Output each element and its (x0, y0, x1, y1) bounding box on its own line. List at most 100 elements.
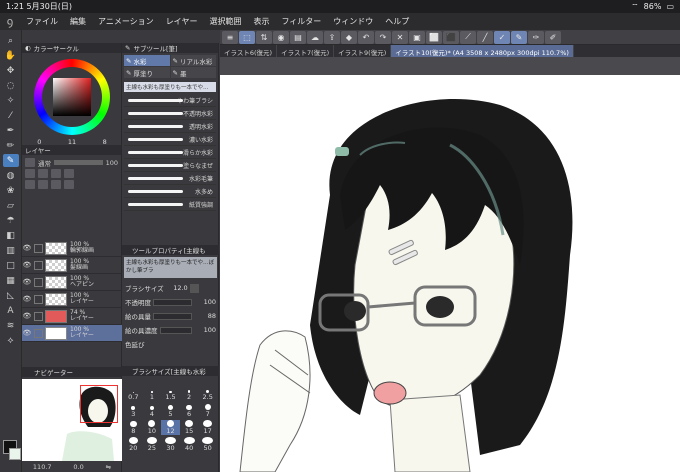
canvas-area[interactable] (220, 57, 680, 472)
file-icon[interactable]: ▤ (290, 30, 306, 44)
menu-help[interactable]: ヘルプ (379, 16, 415, 27)
flip-icon[interactable]: ⇋ (106, 463, 111, 471)
undo-icon[interactable]: ↶ (358, 30, 374, 44)
tab-illust9[interactable]: イラスト9(復元) (334, 45, 392, 57)
pencil-tool-icon[interactable]: ✏ (3, 139, 19, 152)
menu-animation[interactable]: アニメーション (92, 16, 160, 27)
brush-item[interactable]: 水多め (124, 185, 216, 198)
paint-amount-bar[interactable] (153, 312, 192, 320)
clear-icon[interactable]: ✕ (392, 30, 408, 44)
color-stretch-row[interactable]: 色延び (122, 337, 219, 351)
layer-lock-box[interactable] (34, 311, 43, 321)
zoom-tool-icon[interactable]: ⌕ (3, 34, 19, 47)
eye-icon[interactable]: 👁 (22, 295, 32, 303)
layer-row[interactable]: 👁 100 % ヘアピン (22, 274, 122, 291)
lasso-tool-icon[interactable]: ◌ (3, 79, 19, 92)
layer-row[interactable]: 👁 100 % 髪線画 (22, 257, 122, 274)
tab-illust7[interactable]: イラスト7(復元) (277, 45, 335, 57)
brush-size-preset[interactable]: 2 (180, 386, 199, 401)
deselect-icon[interactable]: ⬛ (443, 30, 459, 44)
layer-lock-box[interactable] (34, 243, 43, 253)
opacity-value[interactable]: 100 (194, 298, 216, 306)
menu-filter[interactable]: フィルター (275, 16, 327, 27)
brush-size-preset[interactable]: 5 (161, 403, 180, 418)
paint-amount-row[interactable]: 絵の具量 88 (122, 309, 219, 323)
decoration-tool-icon[interactable]: ❀ (3, 184, 19, 197)
clip-icon[interactable] (25, 169, 35, 178)
brush-size-value[interactable]: 12.0 (166, 284, 187, 292)
saturation-value-square[interactable] (53, 78, 91, 116)
brush-size-preset[interactable]: 17 (198, 420, 217, 435)
move-tool-icon[interactable]: ✥ (3, 64, 19, 77)
group-thick-paint[interactable]: ✎ 厚塗り (124, 67, 170, 78)
brush-size-preset[interactable]: 3 (124, 403, 143, 418)
reference-icon[interactable] (38, 169, 48, 178)
new-folder-icon[interactable] (38, 180, 48, 189)
brush-item[interactable]: 水彩毛筆 (124, 172, 216, 185)
brush-size-stepper[interactable] (189, 283, 199, 293)
paint-density-bar[interactable] (159, 326, 192, 334)
redo-icon[interactable]: ↷ (375, 30, 391, 44)
opacity-row[interactable]: 不透明度 100 (122, 295, 219, 309)
brush-size-preset[interactable]: 1.5 (161, 386, 180, 401)
brush-tool-icon[interactable]: ✎ (2, 154, 19, 167)
paint-density-row[interactable]: 絵の具濃度 100 (122, 323, 219, 337)
brush-size-preset[interactable]: 2.5 (198, 386, 217, 401)
brush-size-preset[interactable]: 10 (143, 420, 162, 435)
layer-row[interactable]: 👁 100 % 輪郭線画 (22, 240, 122, 257)
brush-size-preset[interactable]: 1 (143, 386, 162, 401)
brush-item[interactable]: やわ筆ブラシ (124, 94, 216, 107)
menu-view[interactable]: 表示 (247, 16, 275, 27)
layer-row[interactable]: 👁 74 % レイヤー (22, 308, 122, 325)
eye-icon[interactable]: 👁 (22, 278, 32, 286)
new-layer-icon[interactable] (25, 180, 35, 189)
sub-color-swatch[interactable] (9, 448, 21, 460)
zoom-value[interactable]: 110.7 (33, 463, 52, 471)
brush-item[interactable]: 塗らなまぜ (124, 159, 216, 172)
airbrush-tool-icon[interactable]: ◍ (3, 169, 19, 182)
brush-size-preset[interactable]: 20 (124, 437, 143, 452)
export-icon[interactable]: ⇪ (324, 30, 340, 44)
blend-tool-icon[interactable]: ☂ (3, 214, 19, 227)
brush-size-preset[interactable]: 8 (124, 420, 143, 435)
crop-icon[interactable]: ▣ (409, 30, 425, 44)
layer-row-selected[interactable]: 👁 100 % レイヤー (22, 325, 122, 342)
eyedropper-icon[interactable]: ⁄ (3, 109, 19, 122)
brush-size-preset[interactable]: 50 (198, 437, 217, 452)
brush-icon[interactable]: ✎ (511, 30, 527, 44)
brush-size-row[interactable]: ブラシサイズ 12.0 (122, 281, 219, 295)
eye-icon[interactable]: 👁 (22, 329, 32, 337)
layer-toggle-icon[interactable]: ⇅ (256, 30, 272, 44)
blend-mode-select[interactable]: 通常 (38, 158, 51, 168)
layer-lock-box[interactable] (34, 328, 43, 338)
snap-icon[interactable]: ⟋ (460, 30, 476, 44)
layer-lock-box[interactable] (34, 294, 43, 304)
tab-illust10[interactable]: イラスト10(復元)* (A4 3508 x 2480px 300dpi 110… (391, 45, 574, 57)
pen-tool-icon[interactable]: ✒ (3, 124, 19, 137)
opacity-bar[interactable] (153, 298, 192, 306)
eye-icon[interactable]: 👁 (22, 312, 32, 320)
paint-amount-value[interactable]: 88 (194, 312, 216, 320)
cloud-icon[interactable]: ☁ (307, 30, 323, 44)
check-icon[interactable]: ✓ (494, 30, 510, 44)
group-watercolor[interactable]: ✎ 水彩 (124, 55, 170, 66)
navigator-viewport-frame[interactable] (80, 385, 118, 423)
hand-tool-icon[interactable]: ✋ (3, 49, 19, 62)
eraser-tool-icon[interactable]: ▱ (3, 199, 19, 212)
brush-size-preset[interactable]: 12 (161, 420, 180, 435)
view-icon[interactable]: ◉ (273, 30, 289, 44)
layer-opacity-value[interactable]: 100 (106, 159, 118, 167)
correct-line-tool-icon[interactable]: ⟡ (3, 334, 19, 347)
eye-icon[interactable]: 👁 (22, 261, 32, 269)
brush-item[interactable]: 透明水彩 (124, 120, 216, 133)
brush-item[interactable]: 紙質強調 (124, 198, 216, 211)
brush-item[interactable]: 滑らか水彩 (124, 146, 216, 159)
frame-tool-icon[interactable]: ▦ (3, 274, 19, 287)
lock-icon[interactable] (51, 169, 61, 178)
ruler-icon[interactable]: ╱ (477, 30, 493, 44)
brush-size-preset[interactable]: 25 (143, 437, 162, 452)
group-ink[interactable]: ✎ 墨 (170, 67, 216, 78)
transform-icon[interactable]: ⬚ (239, 30, 255, 44)
menu-window[interactable]: ウィンドウ (327, 16, 379, 27)
layer-row[interactable]: 👁 100 % レイヤー (22, 291, 122, 308)
